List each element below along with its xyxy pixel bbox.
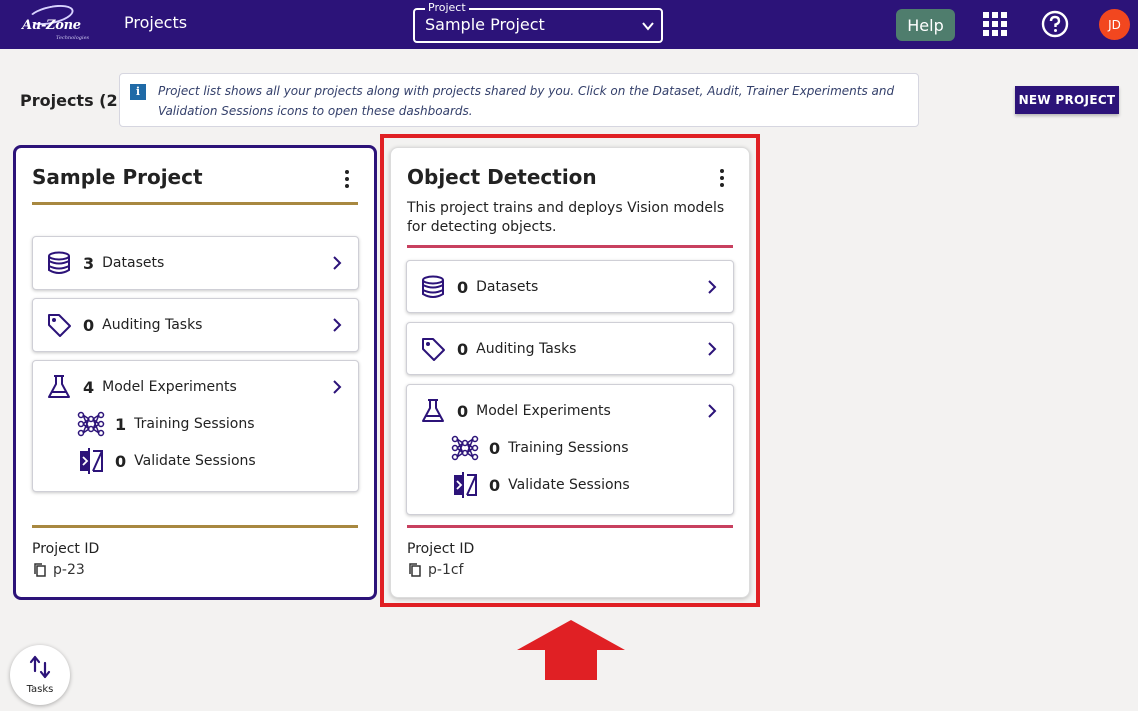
logo-text: Au-Zone [22,18,81,33]
compare-icon [77,447,105,475]
experiments-label: Model Experiments [102,379,237,395]
validate-label: Validate Sessions [134,453,256,469]
info-banner: i Project list shows all your projects a… [119,73,919,127]
new-project-button[interactable]: NEW PROJECT [1015,86,1119,114]
chevron-right-icon [333,256,342,270]
chevron-right-icon [333,380,342,394]
chevron-down-icon [642,22,654,31]
validate-sessions-row[interactable]: 0 Validate Sessions [77,447,256,475]
project-select-legend: Project [425,1,469,15]
experiments-count: 4 [83,377,95,397]
annotation-highlight-box [380,134,760,607]
datasets-label: Datasets [102,255,165,271]
help-circle-icon[interactable] [1041,10,1069,38]
datasets-tile[interactable]: 3 Datasets [32,236,359,290]
database-icon [45,249,73,277]
user-avatar[interactable]: JD [1099,9,1130,40]
auditing-label: Auditing Tasks [102,317,203,333]
training-label: Training Sessions [134,416,255,432]
neural-network-icon [77,410,105,438]
au-zone-logo[interactable]: Au-Zone Technologies [20,1,89,44]
datasets-count: 3 [83,253,95,273]
tag-icon [45,311,73,339]
project-id-label: Project ID [32,541,100,557]
tasks-button[interactable]: Tasks [10,645,70,705]
project-select-value: Sample Project [425,15,545,34]
annotation-arrow-up-icon [517,620,625,680]
chevron-right-icon [333,318,342,332]
copy-icon[interactable] [32,562,48,578]
more-vert-icon[interactable] [344,170,350,188]
nav-title[interactable]: Projects [124,13,187,32]
auditing-tile[interactable]: 0 Auditing Tasks [32,298,359,352]
help-button[interactable]: Help [896,9,955,41]
info-text: Project list shows all your projects alo… [158,84,895,118]
project-id-value: p-23 [53,562,85,578]
training-sessions-row[interactable]: 1 Training Sessions [77,410,255,438]
validate-count: 0 [115,451,127,471]
project-card-sample[interactable]: Sample Project 3 Datasets 0 Auditing Tas… [13,145,377,600]
swap-vert-icon [29,655,51,679]
top-nav-bar: Au-Zone Technologies Projects Project Sa… [0,0,1138,49]
project-select[interactable]: Project Sample Project [413,1,663,43]
info-icon: i [130,84,146,100]
logo-subtext: Technologies [56,35,90,41]
card-title-divider [32,202,358,205]
card-title: Sample Project [32,165,203,189]
projects-count-heading: Projects (2) [20,91,125,110]
experiments-tile[interactable]: 4 Model Experiments 1 Training Sessions … [32,360,359,492]
flask-icon [45,373,73,401]
training-count: 1 [115,414,127,434]
tasks-label: Tasks [26,684,54,695]
apps-grid-icon[interactable] [983,12,1007,36]
auditing-count: 0 [83,315,95,335]
card-footer-divider [32,525,358,528]
